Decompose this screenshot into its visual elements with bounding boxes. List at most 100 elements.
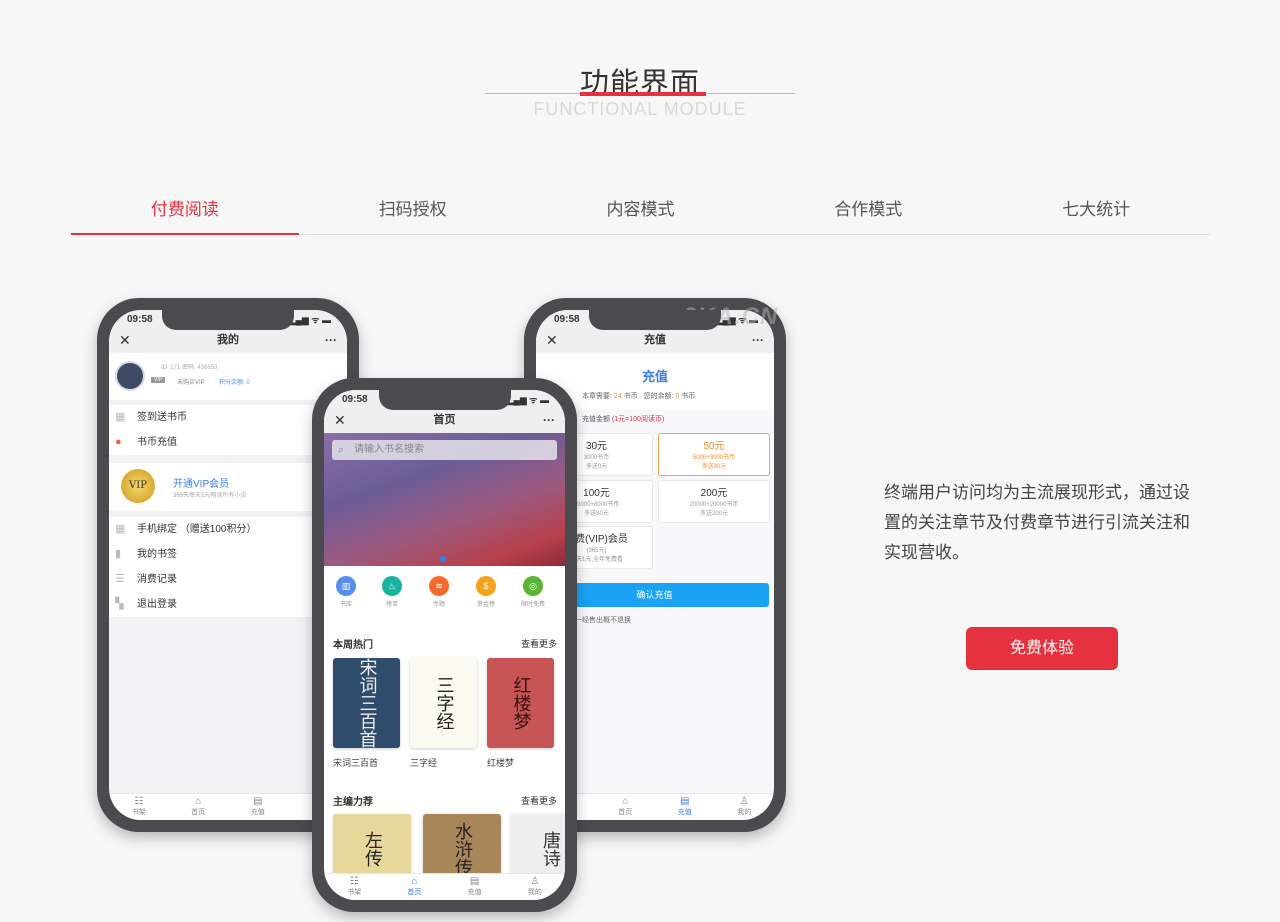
nav-bar: ✕ 充值 ··· — [536, 328, 774, 353]
recharge-heading: 充值 — [641, 369, 668, 384]
home-screen: 09:58 ▂▄▆ ᯤ ▬ ✕ 首页 ··· ⌕ 请输入书名搜索 ▥ 书库 ♨ 榜单 ≋ 专题… — [324, 390, 565, 900]
tab-bar: ☷ 书架 ⌂ 首页 ▤ 充值 ♙ 我的 — [324, 873, 565, 900]
tabbar-recharge[interactable]: ▤ 充值 — [228, 794, 288, 820]
tabbar-shelf[interactable]: ☷ 书架 — [109, 794, 169, 820]
need-value: 24 — [613, 393, 622, 400]
bounty-icon[interactable]: $ — [476, 576, 496, 596]
option-50-selected[interactable]: 50元 5000+3000书币 多送30元 — [658, 433, 770, 476]
vip-medal-icon: VIP — [121, 469, 155, 503]
menu-label: 手机绑定 （赠送100积分） — [137, 524, 257, 535]
status-time: 09:58 — [127, 314, 153, 325]
library-icon[interactable]: ▥ — [336, 576, 356, 596]
shelf-icon: ☷ — [349, 876, 359, 887]
feature-description: 终端用户访问均为主流展现形式，通过设置的关注章节及付费章节进行引流关注和实现营收… — [884, 483, 1190, 562]
option-price: 200元 — [700, 488, 728, 499]
free-trial-button[interactable]: 免费体验 — [966, 627, 1118, 670]
search-icon: ⌕ — [338, 444, 345, 456]
menu-label: 退出登录 — [137, 599, 177, 610]
topics-icon[interactable]: ≋ — [429, 576, 449, 596]
coin-icon: ● — [115, 436, 122, 448]
feature-tabs: 付费阅读 扫码授权 内容模式 合作模式 七大统计 — [71, 190, 1210, 235]
book-cover[interactable]: 宋词三百首 — [333, 658, 400, 748]
signal-icon: ▂▄▆ ᯤ ▬ — [288, 315, 331, 325]
user-id: ID: 171 密码: 438853 — [161, 365, 218, 371]
grid-icon: ▚ — [115, 598, 124, 610]
close-icon[interactable]: ✕ — [334, 408, 346, 433]
free-icon[interactable]: ◎ — [523, 576, 543, 596]
user-icon: ♙ — [530, 876, 540, 887]
more-icon[interactable]: ··· — [325, 328, 337, 353]
tabbar-label: 充值 — [677, 809, 692, 816]
title-underline — [580, 92, 706, 96]
carousel-dot[interactable] — [440, 556, 446, 562]
tabbar-label: 书架 — [131, 809, 146, 816]
rate-text: (1元=100阅读币) — [611, 416, 665, 423]
home-icon: ⌂ — [195, 796, 202, 807]
icon-label: 赏金榜 — [476, 602, 495, 608]
tab-paid-reading[interactable]: 付费阅读 — [71, 190, 299, 235]
option-200[interactable]: 200元 20000+20000书币 多送200元 — [658, 480, 770, 523]
tab-statistics[interactable]: 七大统计 — [982, 190, 1210, 234]
more-icon[interactable]: ··· — [543, 408, 555, 433]
balance-unit: 书币 — [681, 393, 696, 400]
balance-value: 0 — [675, 393, 680, 400]
section-hot-more[interactable]: 查看更多 — [521, 637, 557, 650]
tab-content-mode[interactable]: 内容模式 — [527, 190, 755, 234]
nav-title: 我的 — [217, 334, 239, 346]
points-balance[interactable]: 积分余额: 0 — [219, 377, 250, 386]
wallet-icon: ▤ — [680, 796, 690, 807]
close-icon[interactable]: ✕ — [119, 328, 131, 353]
tab-scan-auth[interactable]: 扫码授权 — [299, 190, 527, 234]
vip-status: 未购买VIP — [177, 380, 205, 386]
tabbar-home[interactable]: ⌂ 首页 — [384, 874, 444, 900]
wallet-icon: ▤ — [253, 796, 263, 807]
tab-cooperation-mode[interactable]: 合作模式 — [754, 190, 982, 234]
tabbar-shelf[interactable]: ☷ 书架 — [324, 874, 384, 900]
close-icon[interactable]: ✕ — [546, 328, 558, 353]
tabbar-home[interactable]: ⌂ 首页 — [596, 794, 656, 820]
tabbar-mine[interactable]: ♙ 我的 — [505, 874, 565, 900]
tabbar-label: 充值 — [467, 889, 482, 896]
status-time: 09:58 — [342, 394, 368, 405]
tabbar-label: 首页 — [618, 809, 633, 816]
option-bonus: 多送30元 — [701, 464, 727, 470]
vip-desc: 365天每天1元畅读所有小说 — [173, 493, 247, 499]
page-subtitle: FUNCTIONAL MODULE — [533, 99, 747, 119]
phone-notch — [378, 390, 511, 410]
amount-label: 充值金额 (1元=100阅读币) — [582, 414, 664, 424]
option-coins: 5000+3000书币 — [692, 455, 736, 461]
option-price: 50元 — [703, 441, 725, 452]
bookmark-icon: ▮ — [115, 548, 122, 560]
book-title[interactable]: 红楼梦 — [487, 756, 514, 769]
tabbar-label: 我的 — [737, 809, 752, 816]
tabbar-label: 首页 — [407, 889, 422, 896]
search-input[interactable]: ⌕ 请输入书名搜索 — [332, 440, 557, 460]
nav-bar: ✕ 我的 ··· — [109, 328, 347, 353]
icon-label: 专题 — [432, 602, 445, 608]
tabbar-label: 首页 — [191, 809, 206, 816]
ranking-icon[interactable]: ♨ — [382, 576, 402, 596]
menu-label: 签到送书币 — [137, 412, 187, 423]
avatar — [115, 361, 145, 391]
user-icon: ♙ — [739, 796, 749, 807]
home-icon: ⌂ — [411, 876, 418, 887]
tabbar-home[interactable]: ⌂ 首页 — [169, 794, 229, 820]
book-cover[interactable]: 三字经 — [410, 658, 477, 748]
tabbar-recharge[interactable]: ▤ 充值 — [655, 794, 715, 820]
tabbar-recharge[interactable]: ▤ 充值 — [445, 874, 505, 900]
search-placeholder: 请输入书名搜索 — [354, 444, 424, 455]
need-label: 本章需要: — [582, 393, 612, 400]
book-title[interactable]: 宋词三百首 — [333, 756, 378, 769]
banner-image[interactable]: ⌕ 请输入书名搜索 — [324, 433, 565, 566]
home-icon: ⌂ — [622, 796, 629, 807]
book-cover[interactable]: 红楼梦 — [487, 658, 554, 748]
section-editor-more[interactable]: 查看更多 — [521, 794, 557, 807]
menu-label: 书币充值 — [137, 437, 177, 448]
amount-text: 充值金额 — [582, 416, 610, 423]
book-title[interactable]: 三字经 — [410, 756, 437, 769]
tabbar-mine[interactable]: ♙ 我的 — [715, 794, 775, 820]
profile-header: ID: 171 密码: 438853 VIP 未购买VIP 积分余额: 0 — [109, 353, 347, 400]
more-icon[interactable]: ··· — [752, 328, 764, 353]
nav-title: 首页 — [433, 414, 456, 426]
phone-home: 09:58 ▂▄▆ ᯤ ▬ ✕ 首页 ··· ⌕ 请输入书名搜索 ▥ 书库 ♨ 榜单 ≋ 专题… — [312, 378, 577, 912]
